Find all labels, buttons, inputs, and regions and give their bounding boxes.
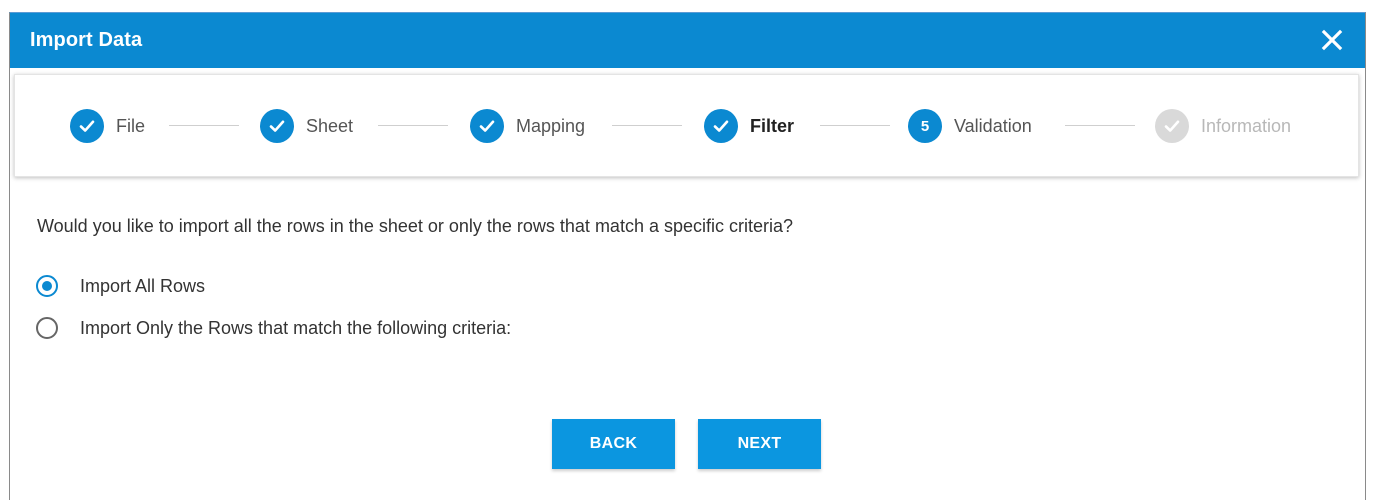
step-connector (820, 125, 890, 126)
radio-label: Import Only the Rows that match the foll… (80, 317, 512, 338)
step-label: File (116, 115, 146, 136)
step-connector (169, 125, 239, 126)
step-sheet[interactable]: Sheet (260, 109, 353, 143)
next-button[interactable]: NEXT (698, 419, 821, 469)
radio-label: Import All Rows (80, 275, 206, 296)
step-connector (612, 125, 682, 126)
back-button[interactable]: BACK (552, 419, 675, 469)
step-connector (378, 125, 448, 126)
step-filter[interactable]: Filter (704, 109, 794, 143)
step-label: Information (1201, 115, 1292, 136)
import-data-dialog: Import Data File Sheet Mapping Filter 5 … (9, 12, 1366, 500)
check-icon (1155, 109, 1189, 143)
dialog-title: Import Data (30, 29, 143, 51)
radio-button-checked[interactable] (36, 275, 58, 297)
step-connector (1065, 125, 1135, 126)
radio-import-all-rows[interactable]: Import All Rows (36, 275, 205, 297)
close-button[interactable] (1317, 25, 1347, 55)
step-label: Filter (750, 115, 795, 136)
radio-import-matching-rows[interactable]: Import Only the Rows that match the foll… (36, 317, 511, 339)
step-number: 5 (908, 109, 942, 143)
close-icon (1321, 29, 1343, 51)
check-icon (470, 109, 504, 143)
filter-question: Would you like to import all the rows in… (37, 216, 794, 236)
step-file[interactable]: File (70, 109, 145, 143)
step-validation[interactable]: 5 Validation (908, 109, 1032, 143)
dialog-titlebar: Import Data (10, 13, 1365, 68)
check-icon (70, 109, 104, 143)
step-label: Validation (954, 115, 1032, 136)
radio-button-unchecked[interactable] (36, 317, 58, 339)
step-label: Sheet (306, 115, 354, 136)
step-information: Information (1155, 109, 1291, 143)
check-icon (704, 109, 738, 143)
import-stepper: File Sheet Mapping Filter 5 Validation I… (14, 74, 1359, 177)
check-icon (260, 109, 294, 143)
step-label: Mapping (516, 115, 586, 136)
step-mapping[interactable]: Mapping (470, 109, 585, 143)
